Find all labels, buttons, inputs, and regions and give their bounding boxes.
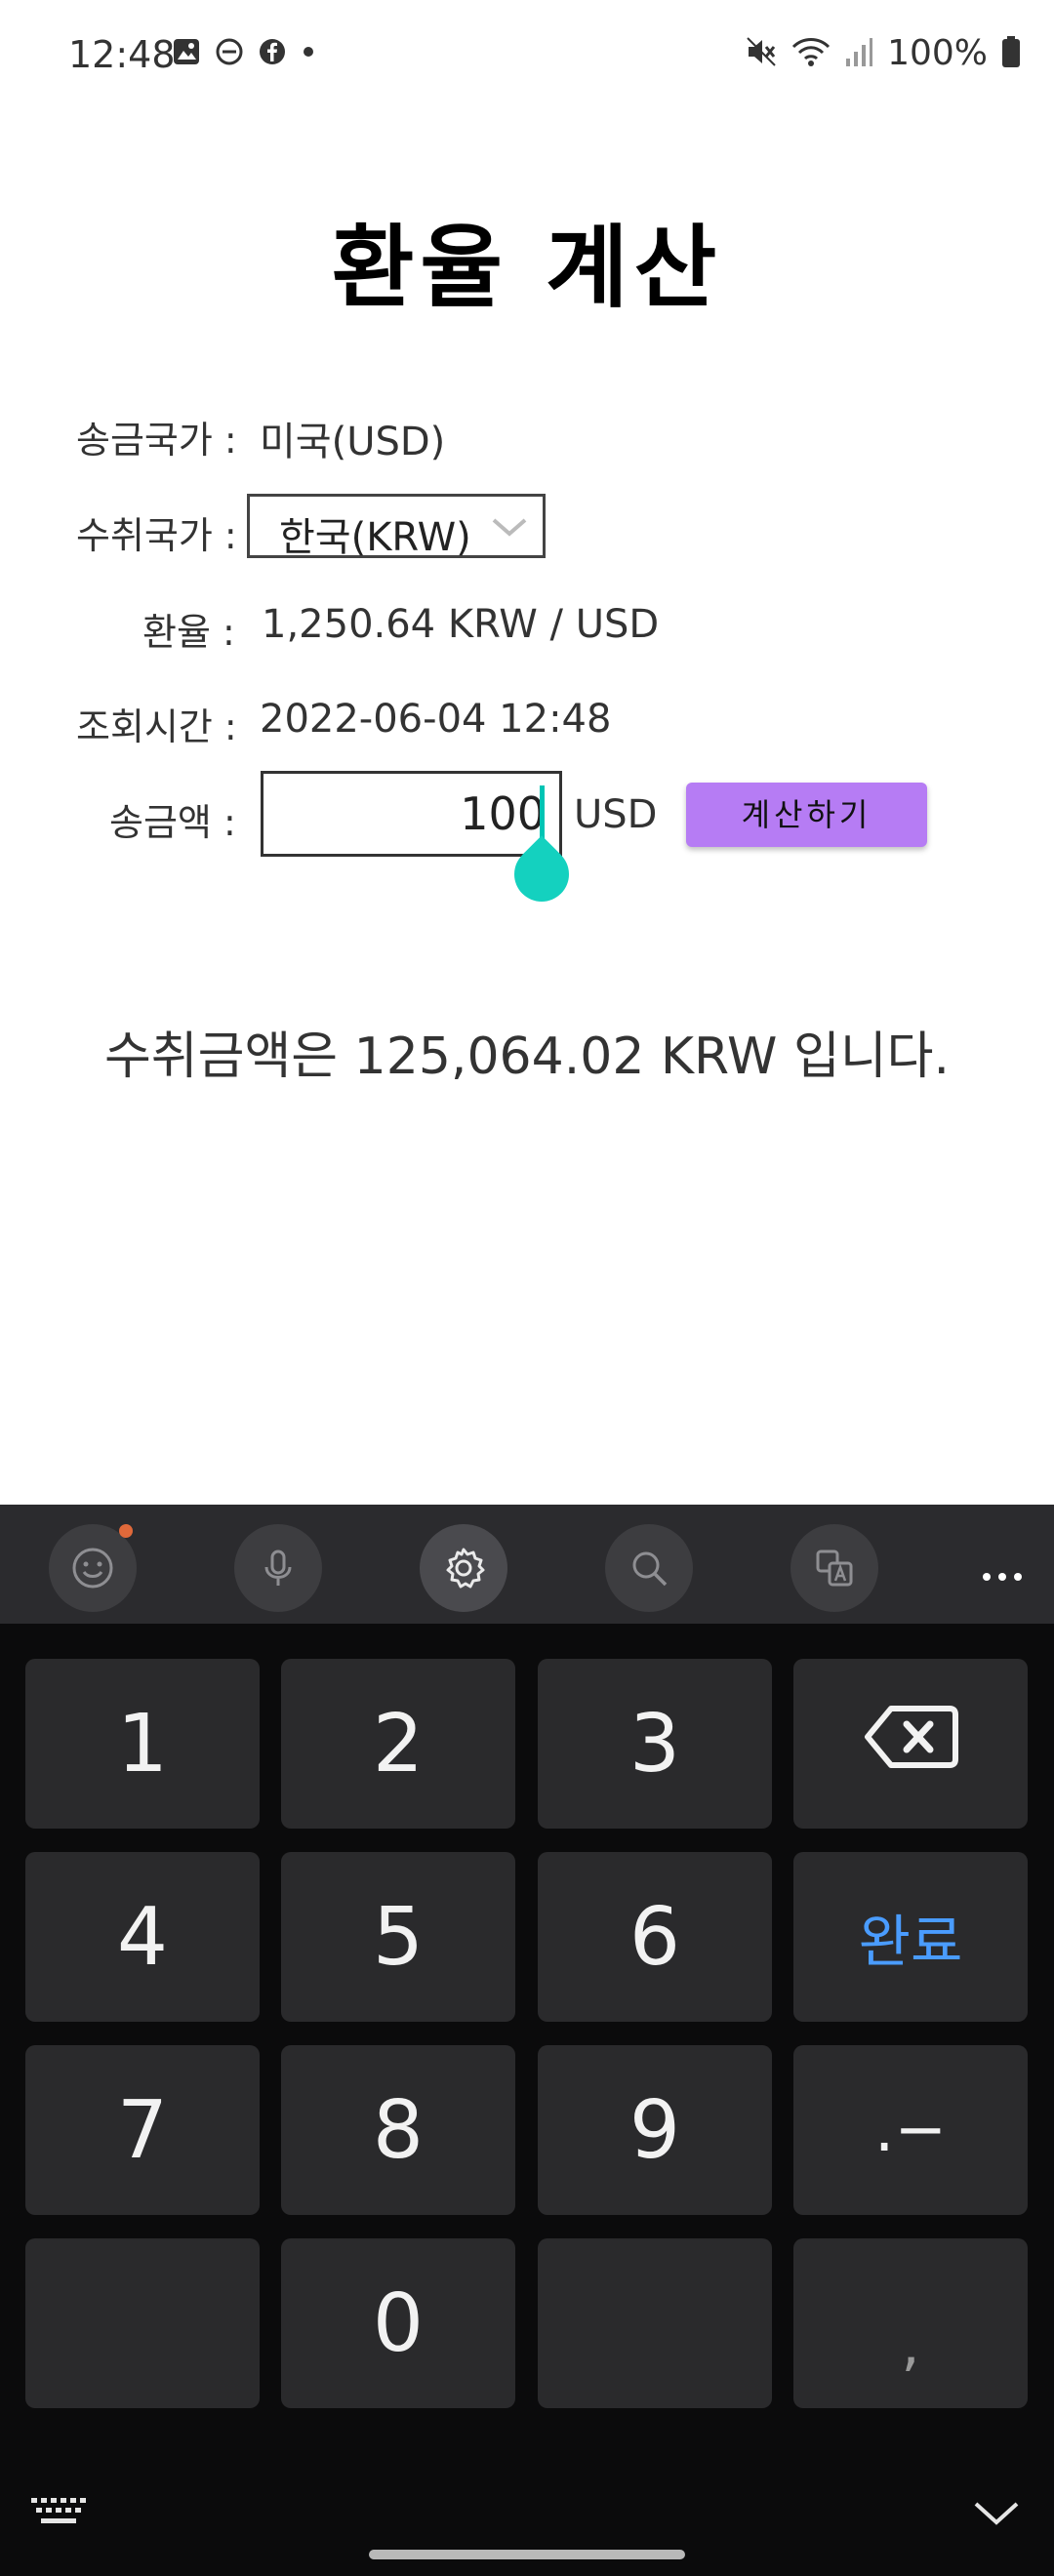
battery-percent: 100%	[887, 33, 988, 73]
battery-icon	[1001, 35, 1021, 72]
done-key[interactable]: 완료	[793, 1852, 1028, 2022]
emoji-badge	[119, 1524, 133, 1538]
key-2[interactable]: 2	[281, 1659, 515, 1829]
navigation-handle[interactable]	[369, 2550, 685, 2559]
facebook-icon	[258, 37, 287, 70]
calculate-button[interactable]: 계산하기	[686, 783, 927, 847]
receive-country-select[interactable]: 한국(KRW)	[247, 494, 546, 560]
blank-key-right	[538, 2238, 772, 2408]
microphone-icon[interactable]	[234, 1524, 322, 1612]
caret-handle[interactable]	[514, 847, 569, 902]
backspace-icon	[862, 1698, 959, 1791]
wifi-icon	[791, 35, 831, 72]
translate-icon[interactable]	[790, 1524, 878, 1612]
key-7[interactable]: 7	[25, 2045, 260, 2215]
amount-input-value: 100	[460, 787, 546, 840]
amount-label: 송금액 :	[109, 801, 236, 844]
backspace-key[interactable]	[793, 1659, 1028, 1829]
status-bar: 12:48 100%	[0, 0, 1054, 107]
time-value: 2022-06-04 12:48	[260, 697, 612, 742]
key-5[interactable]: 5	[281, 1852, 515, 2022]
receive-country-selected: 한국(KRW)	[279, 515, 471, 560]
blank-key-left	[25, 2238, 260, 2408]
amount-input[interactable]: 100	[261, 771, 562, 857]
rate-value: 1,250.64 KRW / USD	[262, 602, 660, 647]
comma-key[interactable]: ,	[793, 2238, 1028, 2408]
keyboard-switch-icon[interactable]	[29, 2494, 88, 2533]
mute-icon	[745, 35, 778, 72]
more-icon[interactable]	[980, 1544, 1025, 1598]
send-country-value: 미국(USD)	[260, 420, 446, 464]
chevron-down-icon	[490, 514, 529, 543]
settings-icon[interactable]	[420, 1524, 507, 1612]
key-6[interactable]: 6	[538, 1852, 772, 2022]
system-icons: 100%	[745, 33, 1021, 73]
key-8[interactable]: 8	[281, 2045, 515, 2215]
result-text: 수취금액은 125,064.02 KRW 입니다.	[103, 1027, 951, 1086]
rate-label: 환율 :	[142, 611, 235, 654]
keyboard-toolbar	[0, 1505, 1054, 1624]
receive-country-label: 수취국가 :	[76, 514, 237, 557]
gallery-icon	[172, 37, 201, 70]
status-time: 12:48	[68, 33, 176, 76]
key-0[interactable]: 0	[281, 2238, 515, 2408]
dot-minus-key[interactable]: .−	[793, 2045, 1028, 2215]
key-3[interactable]: 3	[538, 1659, 772, 1829]
time-label: 조회시간 :	[76, 705, 237, 748]
search-icon[interactable]	[605, 1524, 693, 1612]
hide-keyboard-chevron-icon[interactable]	[972, 2498, 1021, 2531]
more-notifications-dot-icon	[301, 37, 316, 70]
key-1[interactable]: 1	[25, 1659, 260, 1829]
signal-icon	[844, 35, 873, 72]
page-title: 환율 계산	[331, 216, 723, 320]
send-country-label: 송금국가 :	[76, 419, 237, 462]
do-not-disturb-icon	[215, 37, 244, 70]
notification-icons	[172, 37, 316, 70]
key-9[interactable]: 9	[538, 2045, 772, 2215]
amount-unit: USD	[574, 792, 658, 837]
key-4[interactable]: 4	[25, 1852, 260, 2022]
